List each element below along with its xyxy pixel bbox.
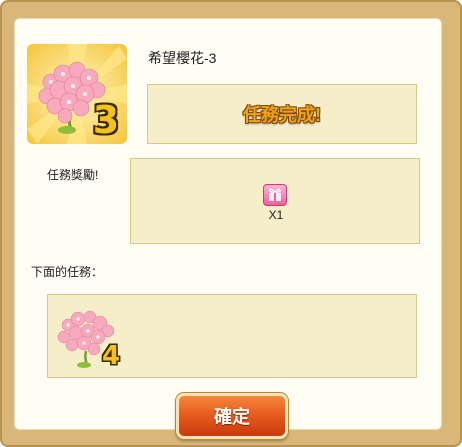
next-task-level-badge: 4 — [101, 341, 121, 371]
task-level-badge: 3 — [92, 98, 120, 142]
task-thumbnail: 3 — [27, 44, 127, 144]
gift-box-icon — [263, 184, 287, 206]
task-complete-text: 任務完成! — [243, 105, 321, 125]
next-task-label: 下面的任務： — [31, 265, 104, 279]
gift-box-glyph — [269, 188, 281, 201]
next-task-thumbnail: 4 — [54, 307, 124, 373]
reward-quantity: X1 — [268, 208, 284, 222]
task-status-box: 任務完成! — [147, 84, 417, 144]
confirm-button[interactable]: 確定 — [176, 393, 288, 439]
reward-label: 任務獎勵! — [47, 168, 99, 182]
task-title: 希望櫻花-3 — [148, 50, 217, 66]
